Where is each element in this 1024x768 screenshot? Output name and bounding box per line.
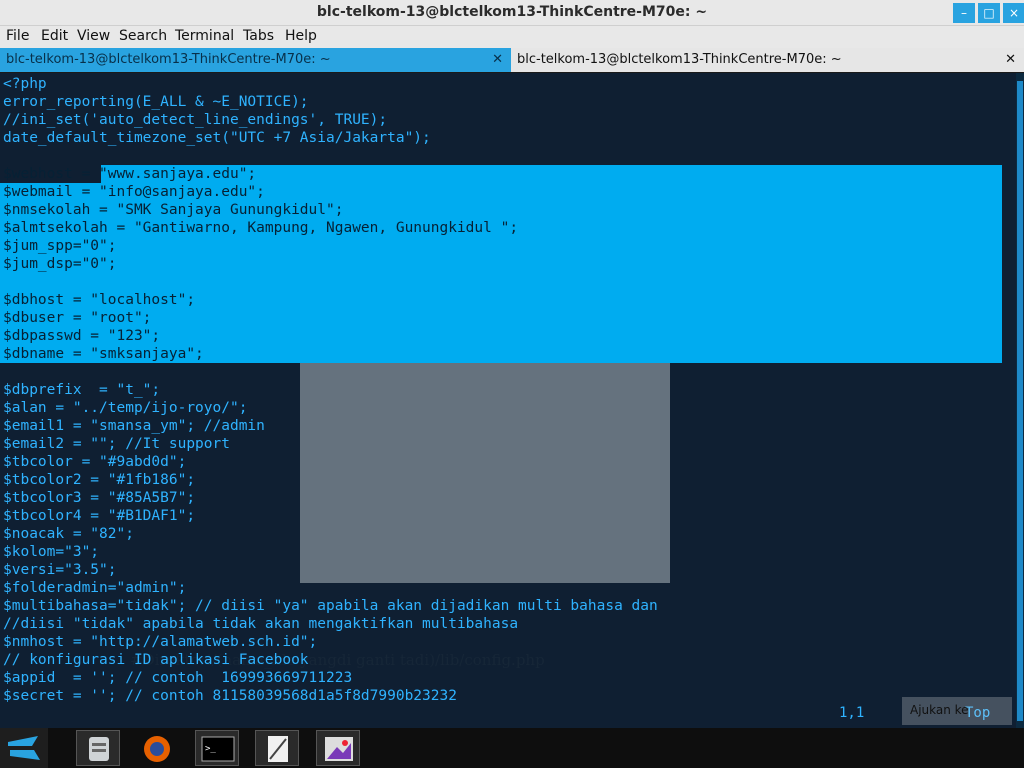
code-line: $jum_dsp="0";: [3, 256, 117, 272]
tab-close-icon[interactable]: ✕: [1005, 52, 1016, 67]
code-line: $dbhost = "localhost";: [3, 292, 196, 308]
maximize-button[interactable]: □: [978, 3, 1000, 23]
svg-text:>_: >_: [205, 744, 216, 754]
code-line: $kolom="3";: [3, 544, 100, 560]
scrollbar-thumb[interactable]: [1017, 81, 1023, 721]
background-screenshot: [300, 353, 670, 583]
tab-label: blc-telkom-13@blctelkom13-ThinkCentre-M7…: [517, 52, 842, 67]
firefox-icon[interactable]: [134, 730, 178, 766]
code-line: $folderadmin="admin";: [3, 580, 187, 596]
code-line: $email2 = ""; //It support: [3, 436, 230, 452]
menu-tabs[interactable]: Tabs: [243, 28, 274, 44]
title-bar: blc-telkom-13@blctelkom13-ThinkCentre-M7…: [0, 0, 1024, 26]
code-line: $tbcolor4 = "#B1DAF1";: [3, 508, 196, 524]
code-line: $nmsekolah = "SMK Sanjaya Gunungkidul";: [3, 202, 344, 218]
close-button[interactable]: ×: [1003, 3, 1024, 23]
code-line: $webmail = "info@sanjaya.edu";: [3, 184, 265, 200]
screen: blc-telkom-13@blctelkom13-ThinkCentre-M7…: [0, 0, 1024, 768]
code-line: $webhost = "www.sanjaya.edu";: [3, 166, 257, 182]
terminal-scrollbar[interactable]: [1016, 73, 1024, 728]
code-line: date_default_timezone_set("UTC +7 Asia/J…: [3, 130, 431, 146]
code-line: $tbcolor = "#9abd0d";: [3, 454, 187, 470]
code-line: $alan = "../temp/ijo-royo/";: [3, 400, 248, 416]
cursor-position: 1,1: [839, 705, 865, 721]
tab-terminal-2[interactable]: blc-telkom-13@blctelkom13-ThinkCentre-M7…: [511, 48, 1024, 72]
code-line: $multibahasa="tidak"; // diisi "ya" apab…: [3, 598, 658, 614]
code-line: $jum_spp="0";: [3, 238, 117, 254]
code-line: // konfigurasi ID aplikasi Facebook: [3, 652, 309, 668]
code-line: $dbpasswd = "123";: [3, 328, 161, 344]
code-line: //diisi "tidak" apabila tidak akan menga…: [3, 616, 519, 632]
menu-terminal[interactable]: Terminal: [175, 28, 234, 44]
tab-bar: blc-telkom-13@blctelkom13-ThinkCentre-M7…: [0, 48, 1024, 72]
tooltip-text: Ajukan ke: [910, 703, 969, 717]
code-line: <?php: [3, 76, 47, 92]
zorin-logo-icon: [8, 736, 40, 760]
minimize-button[interactable]: –: [953, 3, 975, 23]
menu-bar: File Edit View Search Terminal Tabs Help: [0, 26, 1024, 48]
menu-help[interactable]: Help: [285, 28, 317, 44]
taskbar: >_: [0, 728, 1024, 768]
menu-view[interactable]: View: [77, 28, 110, 44]
tab-close-icon[interactable]: ✕: [492, 52, 503, 67]
code-line: $noacak = "82";: [3, 526, 134, 542]
menu-file[interactable]: File: [6, 28, 29, 44]
terminal-view[interactable]: #Direktori/(nama_file yangdi ganti tadi)…: [0, 73, 1016, 728]
editor-icon[interactable]: [255, 730, 299, 766]
code-line: $appid = ''; // contoh 169993669711223: [3, 670, 353, 686]
menu-edit[interactable]: Edit: [41, 28, 68, 44]
menu-search[interactable]: Search: [119, 28, 167, 44]
terminal-icon[interactable]: >_: [195, 730, 239, 766]
code-line: $versi="3.5";: [3, 562, 117, 578]
tab-label: blc-telkom-13@blctelkom13-ThinkCentre-M7…: [6, 52, 331, 67]
code-line: //ini_set('auto_detect_line_endings', TR…: [3, 112, 388, 128]
code-line: $dbprefix = "t_";: [3, 382, 161, 398]
code-line: $dbuser = "root";: [3, 310, 152, 326]
files-icon[interactable]: [76, 730, 120, 766]
code-line: $tbcolor2 = "#1fb186";: [3, 472, 196, 488]
tab-terminal-1[interactable]: blc-telkom-13@blctelkom13-ThinkCentre-M7…: [0, 48, 511, 72]
code-line: $nmhost = "http://alamatweb.sch.id";: [3, 634, 318, 650]
code-line: error_reporting(E_ALL & ~E_NOTICE);: [3, 94, 309, 110]
code-line: $dbname = "smksanjaya";: [3, 346, 204, 362]
image-viewer-icon[interactable]: [316, 730, 360, 766]
code-line: $almtsekolah = "Gantiwarno, Kampung, Nga…: [3, 220, 519, 236]
code-line: $email1 = "smansa_ym"; //admin: [3, 418, 265, 434]
code-line: $tbcolor3 = "#85A5B7";: [3, 490, 196, 506]
background-tooltip: Ajukan ke: [902, 697, 1012, 725]
code-line: $secret = ''; // contoh 81158039568d1a5f…: [3, 688, 457, 704]
launcher-icon[interactable]: [0, 728, 48, 768]
window-title: blc-telkom-13@blctelkom13-ThinkCentre-M7…: [316, 4, 708, 20]
